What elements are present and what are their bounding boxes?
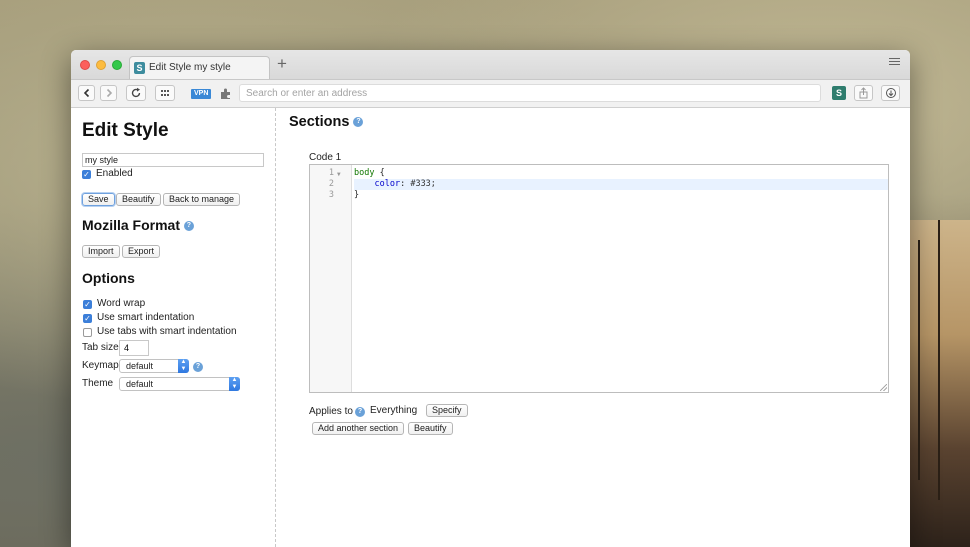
code-value: #333;	[410, 179, 436, 189]
downloads-button[interactable]	[881, 85, 900, 101]
select-arrows-icon: ▲ ▼	[178, 359, 189, 373]
browser-window: S Edit Style my style + VPN Search or en…	[71, 50, 910, 547]
tab-title: Edit Style my style	[149, 62, 231, 73]
theme-value: default	[126, 379, 154, 389]
sections-panel: Sections ? Code 1 1 ▼ 2 3 body { color: …	[277, 108, 910, 547]
select-arrows-icon: ▲ ▼	[229, 377, 240, 391]
import-button[interactable]: Import	[82, 245, 120, 258]
export-button[interactable]: Export	[122, 245, 161, 258]
resize-grip-icon[interactable]	[880, 384, 887, 391]
code-selector: body	[354, 168, 375, 178]
mozilla-format-heading: Mozilla Format ?	[82, 217, 194, 233]
sections-heading: Sections ?	[289, 114, 364, 130]
specify-button[interactable]: Specify	[426, 404, 468, 417]
minimize-window-button[interactable]	[96, 60, 106, 70]
line-number: 1	[328, 168, 334, 178]
applies-to-value: Everything	[370, 405, 418, 416]
mozilla-help-icon[interactable]: ?	[183, 221, 194, 232]
mozilla-format-title: Mozilla Format	[82, 217, 181, 233]
code-line: }	[354, 190, 888, 201]
address-bar[interactable]	[239, 84, 821, 102]
tabs-smart-indentation-checkbox[interactable]	[83, 328, 92, 337]
applies-to-label: Applies to	[309, 406, 353, 417]
tab-strip: S Edit Style my style +	[71, 50, 910, 80]
new-tab-button[interactable]: +	[277, 54, 287, 74]
grid-icon	[161, 90, 169, 96]
reload-button[interactable]	[126, 85, 146, 101]
beautify-button[interactable]: Beautify	[116, 193, 161, 206]
enabled-label: Enabled	[96, 168, 133, 179]
theme-select[interactable]: default ▲ ▼	[119, 377, 240, 391]
code-brace: {	[374, 168, 385, 178]
address-input[interactable]	[240, 85, 820, 101]
vpn-badge[interactable]: VPN	[191, 89, 212, 99]
smart-indentation-checkbox[interactable]: ✓	[83, 314, 92, 323]
word-wrap-checkbox[interactable]: ✓	[83, 300, 92, 309]
back-to-manage-button[interactable]: Back to manage	[163, 193, 241, 206]
back-button[interactable]	[78, 85, 95, 101]
code-property: color	[374, 179, 401, 189]
chevron-left-icon	[83, 88, 89, 98]
smart-indentation-label: Use smart indentation	[97, 312, 195, 323]
share-button[interactable]	[854, 85, 873, 101]
theme-label: Theme	[82, 378, 114, 389]
puzzle-extension-icon[interactable]	[220, 88, 232, 100]
word-wrap-label: Word wrap	[97, 298, 146, 309]
add-another-section-button[interactable]: Add another section	[312, 422, 405, 435]
code-line-active: color: #333;	[354, 179, 888, 190]
sections-help-icon[interactable]: ?	[353, 117, 364, 128]
keymap-select[interactable]: default ▲ ▼	[119, 359, 189, 373]
tab-edit-style[interactable]: S Edit Style my style	[129, 56, 270, 80]
navigation-toolbar: VPN S	[71, 79, 910, 108]
code-colon: :	[400, 179, 411, 189]
code-line: body {	[354, 168, 888, 179]
reload-icon	[131, 87, 141, 98]
tabs-smart-indentation-label: Use tabs with smart indentation	[97, 326, 237, 337]
tab-size-label: Tab size	[82, 342, 119, 353]
line-number: 2	[328, 179, 334, 189]
page-title: Edit Style	[82, 120, 169, 141]
options-heading: Options	[82, 270, 135, 286]
code-editor[interactable]: 1 ▼ 2 3 body { color: #333; }	[309, 164, 889, 393]
style-name-input[interactable]	[82, 153, 264, 167]
tabs-menu-icon[interactable]	[889, 58, 900, 67]
top-sites-button[interactable]	[155, 85, 175, 101]
fold-arrow-icon[interactable]: ▼	[337, 171, 341, 178]
code-section-label: Code 1	[309, 152, 342, 163]
sections-title: Sections	[289, 114, 350, 130]
keymap-label: Keymap	[82, 360, 119, 371]
stylish-favicon-icon: S	[134, 62, 145, 74]
keymap-help-icon[interactable]: ?	[193, 362, 203, 372]
code-close-brace: }	[354, 190, 360, 200]
enabled-checkbox[interactable]: ✓	[82, 170, 91, 179]
section-beautify-button[interactable]: Beautify	[408, 422, 453, 435]
applies-to-help-icon[interactable]: ?	[355, 407, 365, 417]
stylish-extension-icon[interactable]: S	[832, 86, 846, 100]
line-number-gutter: 1 ▼ 2 3	[310, 165, 352, 392]
chevron-right-icon	[106, 88, 112, 98]
share-icon	[859, 87, 868, 99]
forward-button[interactable]	[100, 85, 117, 101]
download-icon	[885, 88, 896, 98]
tab-size-input[interactable]	[119, 340, 149, 356]
sidebar: Edit Style ✓ Enabled Save Beautify Back …	[71, 108, 276, 547]
page-content: Edit Style ✓ Enabled Save Beautify Back …	[71, 108, 910, 547]
keymap-value: default	[126, 361, 154, 371]
background-painting-ship	[908, 220, 970, 547]
zoom-window-button[interactable]	[112, 60, 122, 70]
close-window-button[interactable]	[80, 60, 90, 70]
line-number: 3	[328, 190, 334, 200]
save-button[interactable]: Save	[82, 193, 115, 206]
